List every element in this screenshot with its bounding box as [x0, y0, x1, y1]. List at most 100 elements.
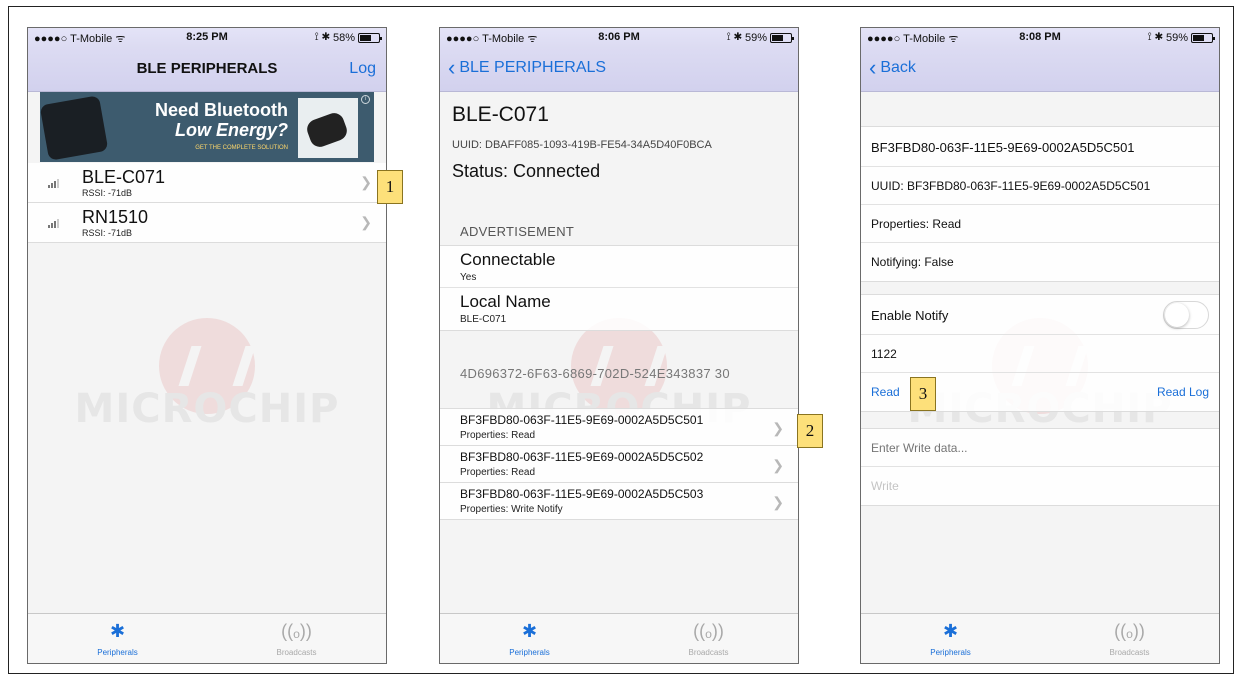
write-button-row: Write [861, 467, 1219, 505]
tab-label: Peripherals [930, 648, 971, 657]
navigation-bar: ‹ Back [861, 48, 1219, 92]
banner-tagline: GET THE COMPLETE SOLUTION [195, 145, 288, 151]
adv-key: Connectable [460, 250, 556, 269]
write-button[interactable]: Write [871, 479, 899, 493]
battery-percent: 59% [1165, 31, 1188, 44]
peripheral-name: RN1510 [82, 207, 149, 227]
peripheral-rssi: RSSI: -71dB [82, 188, 133, 198]
peripheral-row-ble-c071[interactable]: BLE-C071 RSSI: -71dB ❯ [28, 163, 386, 203]
battery-indicator: ⟟ ✱ 58% [314, 31, 382, 44]
tab-bar: ✱ Peripherals ((ₒ)) Broadcasts [861, 613, 1219, 663]
tab-peripherals[interactable]: ✱ Peripherals [861, 614, 1040, 663]
ad-banner[interactable]: Need Bluetooth Low Energy? GET THE COMPL… [40, 92, 374, 162]
status-bar: ●●●●○ T-Mobile ᯤ 8:25 PM ⟟ ✱ 58% [28, 28, 386, 48]
enable-notify-toggle[interactable] [1163, 301, 1209, 329]
watermark-text: MICROCHIP [74, 386, 340, 432]
status-icons: ⟟ ✱ [1147, 31, 1163, 43]
chevron-left-icon: ‹ [869, 55, 877, 80]
phone-screen-peripheral-detail: MICROCHIP ●●●●○ T-Mobile ᯤ 8:06 PM ⟟ ✱ 5… [439, 27, 799, 664]
properties-row: Properties: Read [861, 205, 1219, 243]
chevron-right-icon: ❯ [360, 214, 372, 230]
broadcast-icon: ((ₒ)) [693, 621, 724, 641]
write-data-input[interactable] [871, 441, 1171, 455]
microchip-logo-icon [159, 318, 255, 414]
enable-notify-row: Enable Notify [861, 295, 1219, 335]
adv-key: Local Name [460, 292, 551, 311]
battery-icon [770, 32, 794, 43]
peripheral-uuid: UUID: DBAFF085-1093-419B-FE54-34A5D40F0B… [452, 139, 712, 151]
callout-1: 1 [377, 170, 403, 204]
bluetooth-icon: ✱ [109, 621, 126, 641]
characteristic-uuid: BF3FBD80-063F-11E5-9E69-0002A5D5C501 [871, 140, 1135, 155]
tab-bar: ✱ Peripherals ((ₒ)) Broadcasts [440, 613, 798, 663]
battery-icon [358, 32, 382, 43]
nav-title: BLE PERIPHERALS [136, 60, 278, 77]
phone-screen-peripherals: MICROCHIP ●●●●○ T-Mobile ᯤ 8:25 PM ⟟ ✱ 5… [27, 27, 387, 664]
connection-status: Status: Connected [452, 161, 601, 181]
tab-broadcasts[interactable]: ((ₒ)) Broadcasts [619, 614, 798, 663]
info-icon[interactable]: i [361, 95, 370, 104]
back-button[interactable]: ‹ Back [869, 55, 916, 80]
adv-value: Yes [460, 272, 477, 283]
tab-label: Peripherals [97, 648, 138, 657]
battery-icon [1191, 32, 1215, 43]
adv-value: BLE-C071 [460, 314, 507, 325]
status-bar: ●●●●○ T-Mobile ᯤ 8:08 PM ⟟ ✱ 59% [861, 28, 1219, 48]
banner-headline: Need Bluetooth [155, 100, 288, 120]
battery-indicator: ⟟ ✱ 59% [727, 31, 794, 44]
characteristic-row-c501[interactable]: BF3FBD80-063F-11E5-9E69-0002A5D5C501 Pro… [440, 409, 798, 446]
chevron-left-icon: ‹ [448, 55, 456, 80]
peripheral-row-rn1510[interactable]: RN1510 RSSI: -71dB ❯ [28, 203, 386, 243]
characteristic-value: 1122 [871, 347, 897, 361]
tab-peripherals[interactable]: ✱ Peripherals [440, 614, 619, 663]
write-input-row [861, 429, 1219, 467]
characteristic-row-c503[interactable]: BF3FBD80-063F-11E5-9E69-0002A5D5C503 Pro… [440, 483, 798, 520]
adv-row-connectable: Connectable Yes [440, 246, 798, 288]
device-image [40, 95, 109, 161]
tab-bar: ✱ Peripherals ((ₒ)) Broadcasts [28, 613, 386, 663]
tab-label: Broadcasts [276, 648, 317, 657]
back-button[interactable]: ‹ BLE PERIPHERALS [448, 55, 606, 80]
uuid-row: UUID: BF3FBD80-063F-11E5-9E69-0002A5D5C5… [861, 167, 1219, 205]
status-icons: ⟟ ✱ [314, 31, 330, 43]
read-button[interactable]: Read [871, 385, 900, 399]
notifying-row: Notifying: False [861, 243, 1219, 281]
value-row: 1122 [861, 335, 1219, 373]
peripheral-title: BLE-C071 [452, 103, 549, 126]
uuid-value: UUID: BF3FBD80-063F-11E5-9E69-0002A5D5C5… [871, 179, 1151, 193]
enable-notify-label: Enable Notify [871, 308, 949, 323]
characteristic-row-c502[interactable]: BF3FBD80-063F-11E5-9E69-0002A5D5C502 Pro… [440, 446, 798, 483]
advertisement-list: Connectable Yes Local Name BLE-C071 [440, 245, 798, 331]
characteristic-properties: Properties: Write Notify [460, 504, 563, 515]
tab-broadcasts[interactable]: ((ₒ)) Broadcasts [207, 614, 386, 663]
bluetooth-icon: ✱ [521, 621, 538, 641]
advertisement-header: ADVERTISEMENT [460, 224, 575, 239]
signal-strength-icon [48, 179, 59, 188]
battery-indicator: ⟟ ✱ 59% [1147, 31, 1215, 44]
battery-percent: 59% [744, 31, 767, 44]
navigation-bar: BLE PERIPHERALS Log [28, 48, 386, 92]
chevron-right-icon: ❯ [772, 420, 784, 436]
status-bar: ●●●●○ T-Mobile ᯤ 8:06 PM ⟟ ✱ 59% [440, 28, 798, 48]
adv-row-local-name: Local Name BLE-C071 [440, 288, 798, 330]
service-uuid-header: 4D696372-6F63-6869-702D-524E343837 30 [460, 366, 730, 381]
back-label: Back [880, 59, 916, 76]
peripheral-rssi: RSSI: -71dB [82, 228, 133, 238]
microchip-watermark: MICROCHIP [28, 318, 386, 458]
properties-value: Properties: Read [871, 217, 962, 231]
characteristic-uuid: BF3FBD80-063F-11E5-9E69-0002A5D5C503 [460, 487, 704, 501]
callout-3: 3 [910, 377, 936, 411]
navigation-bar: ‹ BLE PERIPHERALS [440, 48, 798, 92]
broadcast-icon: ((ₒ)) [1114, 621, 1145, 641]
phone-screen-characteristic-detail: MICROCHIP ●●●●○ T-Mobile ᯤ 8:08 PM ⟟ ✱ 5… [860, 27, 1220, 664]
tab-peripherals[interactable]: ✱ Peripherals [28, 614, 207, 663]
characteristic-properties: Properties: Read [460, 430, 536, 441]
signal-strength-icon [48, 219, 59, 228]
tab-broadcasts[interactable]: ((ₒ)) Broadcasts [1040, 614, 1219, 663]
characteristic-info-list: BF3FBD80-063F-11E5-9E69-0002A5D5C501 UUI… [861, 126, 1219, 282]
peripheral-name: BLE-C071 [82, 167, 166, 187]
log-button[interactable]: Log [349, 60, 376, 78]
tab-label: Broadcasts [1109, 648, 1150, 657]
broadcast-icon: ((ₒ)) [281, 621, 312, 641]
read-log-button[interactable]: Read Log [1157, 385, 1209, 399]
